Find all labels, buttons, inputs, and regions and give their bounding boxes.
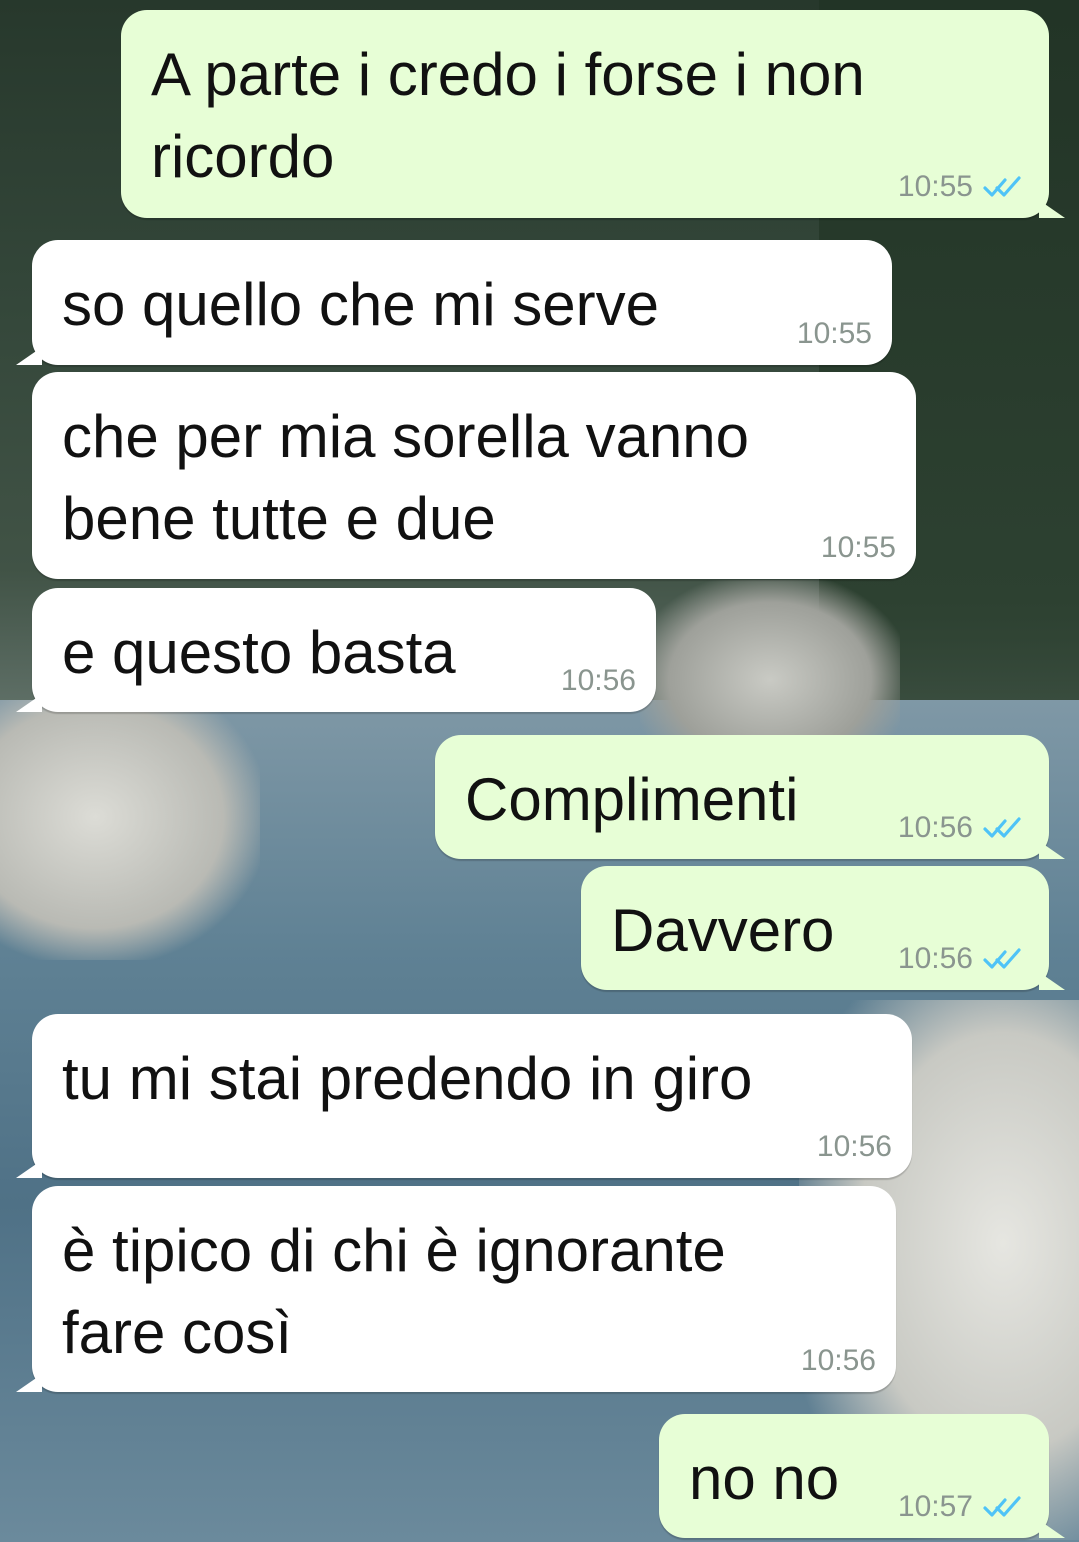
message-time: 10:57 [897, 1490, 973, 1523]
message-meta: 10:55 [797, 317, 872, 351]
message-bubble-incoming[interactable]: che per mia sorella vanno bene tutte e d… [32, 372, 916, 579]
message-meta: 10:56 [898, 811, 1029, 845]
message-text: A parte i credo i forse i non ricordo [151, 41, 865, 190]
message-bubble-incoming[interactable]: tu mi stai predendo in giro 10:56 [16, 1014, 912, 1178]
message-meta: 10:56 [817, 1130, 892, 1164]
message-time: 10:56 [560, 664, 636, 697]
double-check-icon [983, 176, 1021, 197]
message-bubble-incoming[interactable]: so quello che mi serve 10:55 [16, 240, 892, 365]
message-text: che per mia sorella vanno bene tutte e d… [62, 403, 750, 552]
message-bubble-incoming[interactable]: e questo basta 10:56 [16, 588, 656, 712]
message-time: 10:56 [816, 1130, 892, 1163]
message-text: e questo basta [62, 619, 456, 686]
message-bubble-outgoing[interactable]: Complimenti 10:56 [435, 735, 1065, 859]
message-meta: 10:55 [898, 170, 1029, 204]
message-bubble-outgoing[interactable]: Davvero 10:56 [581, 866, 1065, 990]
message-meta: 10:57 [898, 1490, 1029, 1524]
message-time: 10:55 [897, 170, 973, 203]
message-time: 10:56 [897, 942, 973, 975]
message-text: Complimenti [465, 766, 799, 833]
double-check-icon [983, 948, 1021, 969]
double-check-icon [983, 817, 1021, 838]
message-list[interactable]: A parte i credo i forse i non ricordo 10… [0, 0, 1079, 1542]
message-bubble-incoming[interactable]: è tipico di chi è ignorante fare così 10… [16, 1186, 896, 1392]
message-time: 10:56 [800, 1344, 876, 1377]
message-meta: 10:56 [561, 664, 636, 698]
message-meta: 10:56 [801, 1344, 876, 1378]
message-text: tu mi stai predendo in giro [62, 1045, 753, 1112]
message-time: 10:55 [796, 317, 872, 350]
message-meta: 10:55 [821, 531, 896, 565]
message-time: 10:55 [820, 531, 896, 564]
message-meta: 10:56 [898, 942, 1029, 976]
message-text: Davvero [611, 897, 835, 964]
message-bubble-outgoing[interactable]: no no 10:57 [659, 1414, 1065, 1538]
message-text: è tipico di chi è ignorante fare così [62, 1217, 726, 1366]
message-text: no no [689, 1445, 840, 1512]
double-check-icon [983, 1496, 1021, 1517]
message-time: 10:56 [897, 811, 973, 844]
message-text: so quello che mi serve [62, 271, 659, 338]
message-bubble-outgoing[interactable]: A parte i credo i forse i non ricordo 10… [121, 10, 1065, 218]
